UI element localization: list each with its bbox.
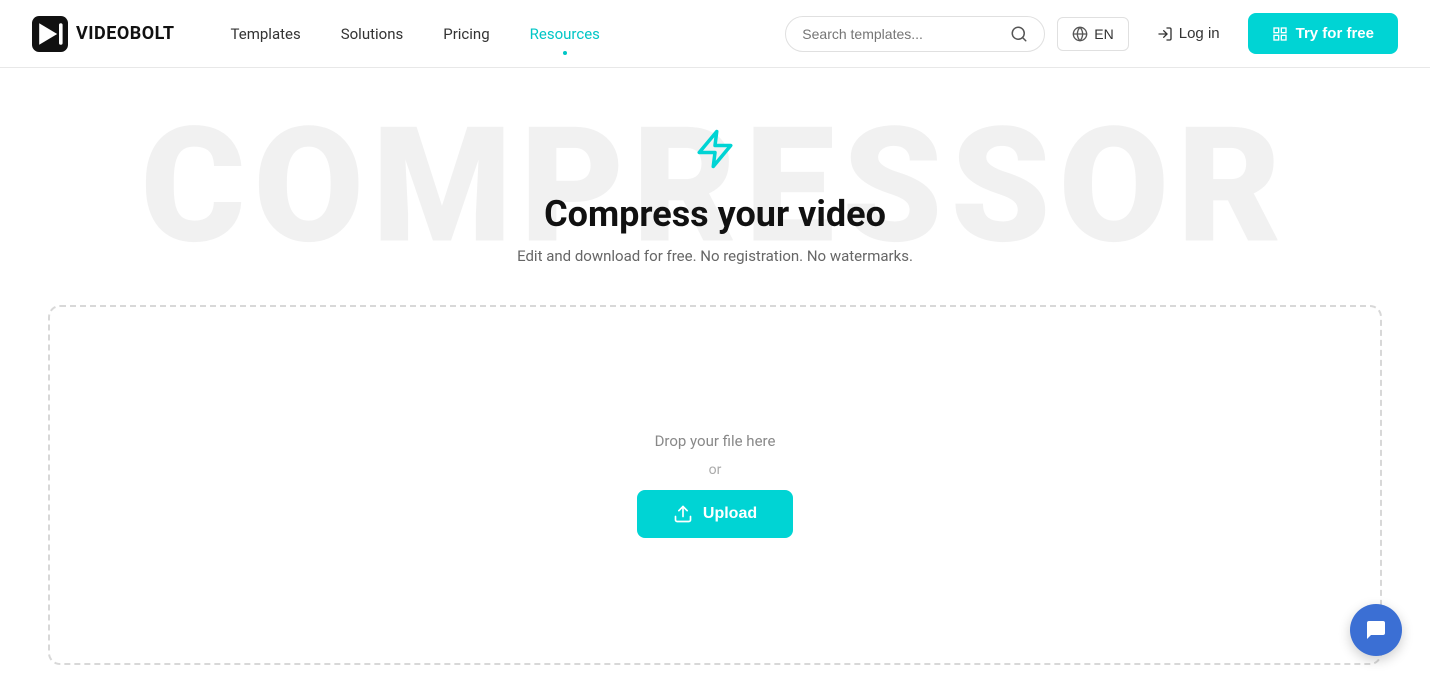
globe-icon xyxy=(1072,26,1088,42)
hero-subtitle: Edit and download for free. No registrat… xyxy=(20,247,1410,265)
language-button[interactable]: EN xyxy=(1057,17,1128,51)
chat-icon xyxy=(1364,618,1388,642)
try-icon xyxy=(1272,26,1288,42)
search-input[interactable] xyxy=(802,26,1002,42)
search-bar[interactable] xyxy=(785,16,1045,52)
lang-label: EN xyxy=(1094,26,1113,42)
logo-link[interactable]: VIDEOBOLT xyxy=(32,16,175,52)
hero-section: COMPRESSOR Compress your video Edit and … xyxy=(0,68,1430,305)
nav-links: Templates Solutions Pricing Resources xyxy=(215,17,786,51)
nav-solutions[interactable]: Solutions xyxy=(325,17,420,51)
hero-title: Compress your video xyxy=(20,193,1410,235)
upload-button[interactable]: Upload xyxy=(637,490,793,538)
upload-label: Upload xyxy=(703,505,757,523)
nav-pricing[interactable]: Pricing xyxy=(427,17,505,51)
logo-icon xyxy=(32,16,68,52)
try-for-free-button[interactable]: Try for free xyxy=(1248,13,1398,54)
nav-templates[interactable]: Templates xyxy=(215,17,317,51)
drop-zone[interactable]: Drop your file here or Upload xyxy=(48,305,1382,665)
hero-content: Compress your video Edit and download fo… xyxy=(20,128,1410,265)
upload-icon xyxy=(673,504,693,524)
navbar-right: EN Log in Try for free xyxy=(785,13,1398,54)
lightning-icon xyxy=(20,128,1410,181)
login-button[interactable]: Log in xyxy=(1141,17,1236,50)
search-icon xyxy=(1010,25,1028,43)
login-icon xyxy=(1157,26,1173,42)
drop-or: or xyxy=(709,462,722,478)
try-label: Try for free xyxy=(1296,25,1374,42)
chat-bubble[interactable] xyxy=(1350,604,1402,656)
drop-text: Drop your file here xyxy=(655,432,776,450)
navbar: VIDEOBOLT Templates Solutions Pricing Re… xyxy=(0,0,1430,68)
nav-resources[interactable]: Resources xyxy=(514,17,616,51)
login-label: Log in xyxy=(1179,25,1220,42)
logo-text: VIDEOBOLT xyxy=(76,23,175,44)
